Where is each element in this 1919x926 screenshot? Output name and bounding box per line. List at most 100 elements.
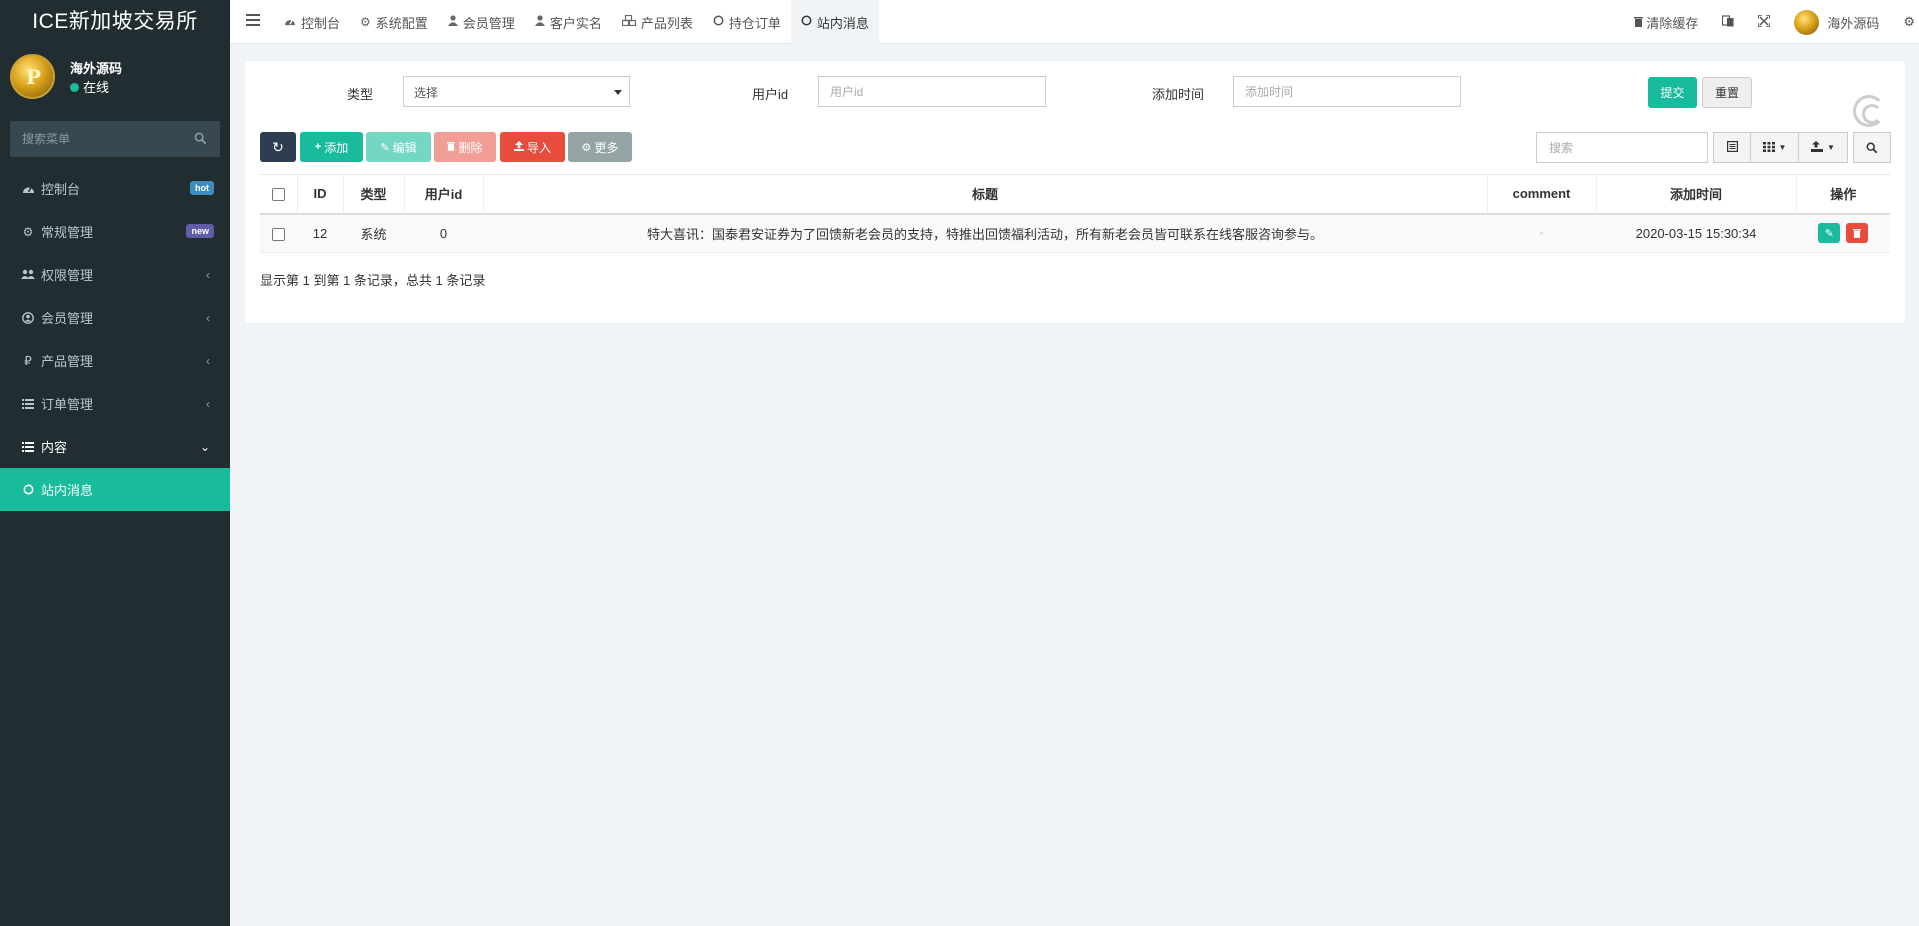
column-header-comment[interactable]: comment: [1487, 174, 1597, 215]
cell-time: 2020-03-15 15:30:34: [1596, 213, 1796, 253]
column-header-title[interactable]: 标题: [483, 174, 1488, 215]
sidebar: ICE新加坡交易所 海外源码 在线 控制台 hot ⚙ 常规管理 new 权限管…: [0, 0, 230, 926]
column-header-userid[interactable]: 用户id: [404, 174, 484, 215]
user-menu[interactable]: 海外源码: [1782, 9, 1891, 35]
trash-icon: [1634, 15, 1644, 30]
sidebar-item-label: 站内消息: [41, 483, 94, 498]
import-button[interactable]: 导入: [500, 132, 565, 162]
sidebar-item-dashboard[interactable]: 控制台 hot: [0, 167, 230, 210]
tab-label: 系统配置: [375, 15, 428, 31]
type-select[interactable]: 选择: [403, 76, 630, 107]
tab-members[interactable]: 会员管理: [438, 0, 525, 44]
caret-down-icon: ▼: [1827, 143, 1835, 152]
dashboard-icon: [21, 182, 35, 196]
submit-button[interactable]: 提交: [1648, 77, 1697, 108]
delete-label: 删除: [458, 140, 483, 155]
sidebar-item-content[interactable]: 内容 ⌄: [0, 425, 230, 468]
row-delete-button[interactable]: [1845, 223, 1868, 244]
sidebar-item-general[interactable]: ⚙ 常规管理 new: [0, 210, 230, 253]
tab-system-config[interactable]: ⚙ 系统配置: [350, 0, 438, 44]
avatar: [1794, 9, 1820, 35]
data-table: ID 类型 用户id 标题 comment 添加时间 操作 12 系统 0 特大…: [260, 174, 1890, 253]
row-edit-button[interactable]: ✎: [1818, 223, 1841, 244]
row-checkbox[interactable]: [272, 227, 285, 241]
chevron-left-icon: ‹: [206, 397, 210, 411]
user-icon: [534, 15, 545, 29]
import-label: 导入: [526, 140, 551, 155]
more-button[interactable]: ⚙ 更多: [568, 132, 632, 162]
filter-form: 类型 选择 用户id 添加时间 提交 重置: [245, 75, 1905, 109]
user-icon: [447, 15, 458, 29]
delete-button[interactable]: 删除: [434, 132, 496, 162]
brand-logo[interactable]: ICE新加坡交易所: [0, 0, 230, 44]
user-status-text: 在线: [83, 80, 110, 95]
cubes-icon: [621, 14, 636, 29]
time-input[interactable]: [1233, 76, 1461, 107]
online-dot-icon: [70, 83, 79, 92]
cogs-icon: ⚙: [22, 224, 34, 239]
language-button[interactable]: [1710, 14, 1746, 30]
avatar: [10, 54, 55, 99]
cell-actions: ✎: [1796, 213, 1890, 253]
table-search-input[interactable]: [1536, 132, 1708, 163]
advanced-search-button[interactable]: [1853, 132, 1891, 163]
table-row[interactable]: 12 系统 0 特大喜讯：国泰君安证券为了回馈新老会员的支持，特推出回馈福利活动…: [260, 213, 1890, 253]
select-all-cell: [260, 174, 298, 215]
cell-id: 12: [297, 213, 343, 253]
cell-title: 特大喜讯：国泰君安证券为了回馈新老会员的支持，特推出回馈福利活动，所有新老会员皆…: [483, 213, 1487, 253]
circle-o-icon: [21, 483, 35, 497]
userid-filter-label: 用户id: [752, 87, 789, 102]
list-alt-icon: [21, 440, 35, 454]
sidebar-item-permissions[interactable]: 权限管理 ‹: [0, 253, 230, 296]
sidebar-search-input[interactable]: [10, 121, 180, 157]
table-header-row: ID 类型 用户id 标题 comment 添加时间 操作: [260, 174, 1890, 215]
navbar-right: 清除缓存 海外源码 ⚙: [1622, 0, 1919, 44]
clear-cache-button[interactable]: 清除缓存: [1622, 13, 1710, 32]
toggle-view-button[interactable]: [1713, 132, 1751, 163]
search-icon[interactable]: [194, 132, 207, 145]
user-circle-icon: [21, 311, 35, 325]
language-icon: [1722, 14, 1734, 30]
tab-site-messages[interactable]: 站内消息: [790, 0, 879, 44]
new-badge: new: [186, 224, 214, 238]
tab-product-list[interactable]: 产品列表: [612, 0, 703, 44]
tab-label: 产品列表: [640, 15, 693, 31]
edit-button[interactable]: ✎ 编辑: [366, 132, 431, 162]
columns-dropdown-button[interactable]: ▼: [1750, 132, 1799, 163]
menu-toggle-icon[interactable]: [246, 14, 260, 26]
group-icon: [21, 268, 35, 282]
sidebar-item-members[interactable]: 会员管理 ‹: [0, 296, 230, 339]
add-button[interactable]: + 添加: [300, 132, 363, 162]
gear-icon: ⚙: [360, 15, 371, 29]
fullscreen-icon: [1757, 13, 1772, 30]
more-label: 更多: [594, 140, 619, 155]
top-navbar: 控制台 ⚙ 系统配置 会员管理 客户实名 产品列表 持仓订单 站内消息 清除缓存…: [230, 0, 1919, 44]
grid-icon: [1762, 141, 1775, 155]
settings-button[interactable]: ⚙: [1891, 14, 1919, 30]
tab-label: 控制台: [301, 15, 341, 31]
export-dropdown-button[interactable]: ▼: [1798, 132, 1848, 163]
user-name: 海外源码: [70, 61, 123, 76]
chevron-down-icon: ⌄: [199, 440, 210, 454]
sidebar-item-orders[interactable]: 订单管理 ‹: [0, 382, 230, 425]
userid-input[interactable]: [818, 76, 1046, 107]
sidebar-item-site-messages[interactable]: 站内消息: [0, 468, 230, 511]
column-header-time[interactable]: 添加时间: [1596, 174, 1797, 215]
sidebar-item-label: 订单管理: [41, 397, 94, 412]
user-panel: 海外源码 在线: [0, 44, 230, 112]
tab-dashboard[interactable]: 控制台: [274, 0, 350, 44]
sidebar-item-products[interactable]: ₽ 产品管理 ‹: [0, 339, 230, 382]
column-header-id[interactable]: ID: [297, 174, 344, 215]
select-all-checkbox[interactable]: [271, 188, 285, 202]
tab-position-orders[interactable]: 持仓订单: [703, 0, 791, 44]
refresh-button[interactable]: ↻: [260, 132, 296, 162]
sidebar-item-label: 控制台: [41, 182, 81, 197]
column-header-type[interactable]: 类型: [343, 174, 405, 215]
reset-button[interactable]: 重置: [1702, 77, 1752, 108]
fullscreen-button[interactable]: [1746, 13, 1782, 30]
trash-icon: [447, 141, 456, 154]
gear-icon: ⚙: [581, 141, 592, 154]
cell-userid: 0: [404, 213, 483, 253]
tab-customer-verification[interactable]: 客户实名: [525, 0, 612, 44]
column-header-actions: 操作: [1796, 174, 1890, 215]
